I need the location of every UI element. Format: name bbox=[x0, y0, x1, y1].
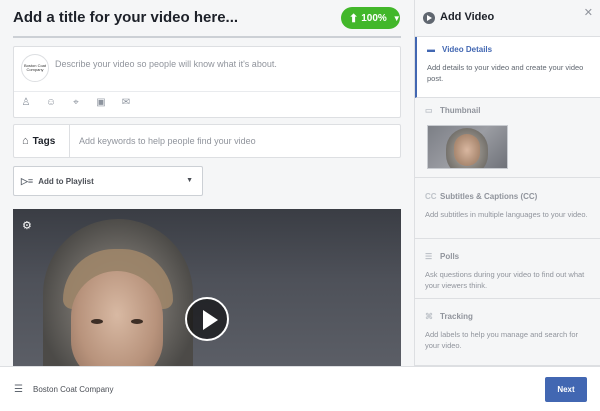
description-input[interactable]: Describe your video so people will know … bbox=[55, 59, 277, 69]
section-title: Tracking bbox=[440, 312, 473, 321]
thumbnail-icon: ▭ bbox=[425, 106, 433, 115]
section-title: Thumbnail bbox=[440, 106, 481, 115]
section-description: Add details to your video and create you… bbox=[427, 63, 584, 83]
page-name[interactable]: Boston Coat Company bbox=[33, 385, 114, 394]
add-video-sidebar: Add Video ✕ ▬ Video Details Add details t… bbox=[414, 0, 600, 366]
video-title-input[interactable]: Add a title for your video here... bbox=[13, 9, 238, 26]
video-settings-icon[interactable]: ⚙ bbox=[22, 219, 32, 232]
chevron-down-icon: ▼ bbox=[392, 13, 401, 23]
play-icon bbox=[203, 310, 218, 330]
video-preview[interactable]: ⚙ bbox=[13, 209, 401, 366]
video-composer: Add a title for your video here... ⬆ 100… bbox=[0, 0, 414, 366]
description-card: Boston Coat Company Describe your video … bbox=[13, 46, 401, 118]
video-details-icon: ▬ bbox=[427, 45, 435, 54]
title-row: Add a title for your video here... ⬆ 100… bbox=[0, 0, 414, 38]
sidebar-item-tracking[interactable]: ⌘ Tracking Add labels to help you manage … bbox=[415, 299, 600, 366]
section-description: Ask questions during your video to find … bbox=[425, 270, 585, 290]
page-avatar: Boston Coat Company bbox=[21, 54, 49, 82]
sidebar-header: Add Video ✕ bbox=[415, 0, 600, 37]
page-icon: ☰ bbox=[14, 384, 23, 395]
sticker-icon[interactable]: ▣ bbox=[95, 97, 107, 108]
preview-eye bbox=[91, 319, 103, 324]
footer: ☰ Boston Coat Company Next bbox=[0, 366, 600, 411]
tags-input[interactable]: Add keywords to help people find your vi… bbox=[79, 136, 256, 146]
description-toolbar: ♙ ☺ ⌖ ▣ ✉ bbox=[20, 97, 132, 108]
next-button[interactable]: Next bbox=[545, 377, 587, 402]
section-description: Add labels to help you manage and search… bbox=[425, 330, 579, 350]
thumbnail-image[interactable] bbox=[427, 125, 508, 169]
playlist-icon: ▷≡ bbox=[21, 175, 34, 186]
tags-label-box: ⌂ Tags bbox=[14, 125, 70, 157]
section-title: Subtitles & Captions (CC) bbox=[440, 192, 538, 201]
close-icon[interactable]: ✕ bbox=[584, 6, 593, 19]
messenger-icon[interactable]: ✉ bbox=[120, 97, 132, 108]
tag-people-icon[interactable]: ♙ bbox=[20, 97, 32, 108]
tag-icon: ⌂ bbox=[22, 135, 29, 147]
tags-field: ⌂ Tags Add keywords to help people find … bbox=[13, 124, 401, 158]
emoji-icon[interactable]: ☺ bbox=[45, 97, 57, 108]
add-to-playlist-dropdown[interactable]: ▷≡ Add to Playlist ▼ bbox=[13, 166, 203, 196]
thumbnail-face bbox=[454, 134, 480, 166]
section-title: Video Details bbox=[442, 45, 493, 54]
location-icon[interactable]: ⌖ bbox=[70, 97, 82, 108]
title-underline bbox=[13, 36, 401, 38]
play-button[interactable] bbox=[185, 297, 229, 341]
captions-icon: CC bbox=[425, 192, 437, 201]
play-circle-icon bbox=[423, 12, 435, 24]
tracking-icon: ⌘ bbox=[425, 312, 433, 321]
polls-icon: ☰ bbox=[425, 252, 433, 261]
chevron-down-icon: ▼ bbox=[186, 177, 193, 184]
divider bbox=[14, 91, 400, 92]
section-description: Add subtitles in multiple languages to y… bbox=[425, 210, 588, 219]
preview-eye bbox=[131, 319, 143, 324]
preview-face bbox=[71, 271, 163, 366]
tags-label: Tags bbox=[32, 135, 56, 147]
sidebar-title: Add Video bbox=[440, 11, 495, 23]
upload-progress-button[interactable]: ⬆ 100% ▼ bbox=[341, 7, 401, 29]
sidebar-item-video-details[interactable]: ▬ Video Details Add details to your video… bbox=[415, 37, 600, 98]
upload-arrow-icon: ⬆ bbox=[349, 12, 359, 25]
sidebar-item-polls[interactable]: ☰ Polls Ask questions during your video t… bbox=[415, 239, 600, 299]
avatar-text: Boston Coat Company bbox=[24, 63, 47, 72]
upload-progress-label: 100% bbox=[361, 12, 387, 24]
section-title: Polls bbox=[440, 252, 460, 261]
playlist-label: Add to Playlist bbox=[38, 176, 94, 186]
sidebar-item-subtitles[interactable]: CC Subtitles & Captions (CC) Add subtitle… bbox=[415, 178, 600, 239]
